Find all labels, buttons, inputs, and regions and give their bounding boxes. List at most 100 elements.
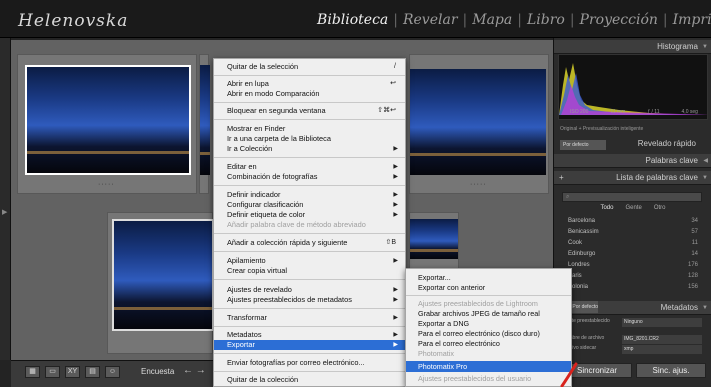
submenu-arrow-icon: ▶ [393,342,398,348]
menu-item-metadata[interactable]: Metadatos ▶ [214,330,405,340]
quick-develop-header[interactable]: Por defecto Revelado rápido [558,139,708,151]
submenu-item-export[interactable]: Exportar... [406,273,571,282]
quick-develop-title: Revelado rápido [637,139,696,148]
grid-cell[interactable]: ····· [17,54,197,194]
module-proyeccion[interactable]: Proyección [575,12,663,28]
keyword-item[interactable]: Barcelona 34 [568,218,698,224]
submenu-item-export-previous[interactable]: Exportar con anterior [406,283,571,292]
menu-item-remove-selection[interactable]: Quitar de la selección / [214,62,405,72]
menu-item-label: Añadir palabra clave de método abreviado [227,220,366,229]
grid-cell[interactable]: ····· [409,54,549,194]
metadata-value[interactable]: xmp [622,345,702,354]
keyword-name: Edinburgo [568,251,596,257]
menu-item-set-rating[interactable]: Configurar clasificación ▶ [214,200,405,210]
filter-people[interactable]: Gente [625,205,641,211]
keywording-header[interactable]: Palabras clave ◀ [554,154,711,168]
menu-item-remove-from-collection[interactable]: Quitar de la colección [214,375,405,385]
keyword-search-input[interactable]: ⌕ [562,192,702,202]
left-panel-arrow-icon[interactable]: ▶ [2,208,7,216]
keyword-item[interactable]: Polonia 156 [568,284,698,290]
sync-settings-button[interactable]: Sinc. ajus. [636,363,706,378]
menu-item-label: Combinación de fotografías [227,172,318,181]
photo-thumbnail[interactable] [410,69,546,175]
menu-item-photo-merge[interactable]: Combinación de fotografías ▶ [214,172,405,182]
filter-all[interactable]: Todo [600,205,613,211]
menu-item-label: Enviar fotografías por correo electrónic… [227,358,365,367]
menu-item-label: Definir etiqueta de color [227,210,306,219]
submenu-item-full-size-jpeg[interactable]: Grabar archivos JPEG de tamaño real [406,309,571,318]
submenu-arrow-icon: ▶ [393,287,398,293]
compare-view-button[interactable]: XY [65,366,80,378]
keyword-item[interactable]: Benicassim 57 [568,229,698,235]
menu-item-export[interactable]: Exportar ▶ [214,340,405,350]
histogram-header[interactable]: Histograma ▼ [554,40,711,54]
photo-thumbnail[interactable] [25,65,191,175]
menu-item-set-flag[interactable]: Definir indicador ▶ [214,190,405,200]
nav-arrows[interactable]: ← → [183,365,206,376]
keyword-item[interactable]: Paris 128 [568,273,698,279]
keyword-count: 176 [687,262,698,268]
metadata-value[interactable]: Ninguno [622,318,702,327]
menu-item-edit-in[interactable]: Editar en ▶ [214,162,405,172]
metadata-row: Archivo sidecar xmp [562,345,706,354]
submenu-section-photomatix: Photomatix [418,349,454,358]
menu-item-go-to-folder[interactable]: Ir a una carpeta de la Biblioteca [214,134,405,144]
collapse-arrow-icon[interactable]: ▼ [702,171,708,185]
module-revelar[interactable]: Revelar [398,12,463,28]
metadata-preset-select[interactable]: Por defecto [568,301,598,313]
photo-thumbnail[interactable] [112,219,214,331]
keyword-item[interactable]: Cook 11 [568,240,698,246]
filter-other[interactable]: Otro [654,205,666,211]
context-menu: Quitar de la selección / Abrir en lupa ↩ A… [213,58,406,387]
menu-item-lock-second-window[interactable]: Bloquear en segunda ventana ⇧⌘↩ [214,106,405,116]
left-panel-collapsed[interactable]: ▶ [0,38,11,360]
grid-view-button[interactable]: ▦ [25,366,40,378]
menu-item-create-virtual-copy[interactable]: Crear copia virtual [214,266,405,276]
menu-item-label: Abrir en modo Comparación [227,89,320,98]
people-view-button[interactable]: ☺ [105,366,120,378]
keyword-list-header[interactable]: + Lista de palabras clave ▼ [554,171,711,185]
grid-cell[interactable] [199,54,210,194]
menu-separator [214,251,405,252]
menu-item-transform[interactable]: Transformar ▶ [214,313,405,323]
menu-item-add-quick-collection[interactable]: Añadir a colección rápida y siguiente ⇧B [214,238,405,248]
iso-value: ISO 200 [570,109,589,115]
module-imprimir[interactable]: Imprimir [668,12,711,28]
submenu-arrow-icon: ▶ [393,202,398,208]
collapse-arrow-icon[interactable]: ◀ [703,154,708,168]
keyword-item[interactable]: Edinburgo 14 [568,251,698,257]
menu-item-label: Editar en [227,162,257,171]
menu-item-open-compare[interactable]: Abrir en modo Comparación [214,89,405,99]
menu-item-develop-settings[interactable]: Ajustes de revelado ▶ [214,285,405,295]
metadata-value[interactable]: IMG_8201.CR2 [622,335,702,344]
quick-develop-preset-select[interactable]: Por defecto [560,140,606,150]
submenu-arrow-icon: ▶ [393,332,398,338]
metadata-header[interactable]: Por defecto Metadatos ▼ [554,301,711,315]
menu-item-show-in-finder[interactable]: Mostrar en Finder [214,124,405,134]
module-biblioteca[interactable]: Biblioteca [312,12,393,28]
submenu-item-photomatix-pro[interactable]: Photomatix Pro [406,361,571,372]
aperture-value: ƒ / 11 [647,109,660,115]
loupe-view-button[interactable]: ▭ [45,366,60,378]
menu-item-set-color-label[interactable]: Definir etiqueta de color ▶ [214,210,405,220]
menu-item-open-loupe[interactable]: Abrir en lupa ↩ [214,79,405,89]
grid-cell[interactable] [409,212,459,272]
submenu-item-export-dng[interactable]: Exportar a DNG [406,319,571,328]
menu-item-email-photos[interactable]: Enviar fotografías por correo electrónic… [214,358,405,368]
exposure-value: 4,0 seg [681,109,698,115]
submenu-item-email[interactable]: Para el correo electrónico [406,339,571,348]
photo-thumbnail[interactable] [410,219,458,259]
collapse-arrow-icon[interactable]: ▼ [702,301,708,315]
submenu-item-email-hard-drive[interactable]: Para el correo electrónico (disco duro) [406,329,571,338]
menu-item-metadata-presets[interactable]: Ajustes preestablecidos de metadatos ▶ [214,295,405,305]
add-keyword-icon[interactable]: + [559,171,564,185]
grid-cell[interactable] [107,212,214,354]
photo-thumbnail[interactable] [200,65,210,175]
module-libro[interactable]: Libro [522,12,570,28]
menu-item-stacking[interactable]: Apilamiento ▶ [214,256,405,266]
keyword-item[interactable]: Londres 176 [568,262,698,268]
menu-item-go-to-collection[interactable]: Ir a Colección ▶ [214,144,405,154]
collapse-arrow-icon[interactable]: ▼ [702,40,708,54]
module-mapa[interactable]: Mapa [467,12,517,28]
survey-view-button[interactable]: ▤ [85,366,100,378]
